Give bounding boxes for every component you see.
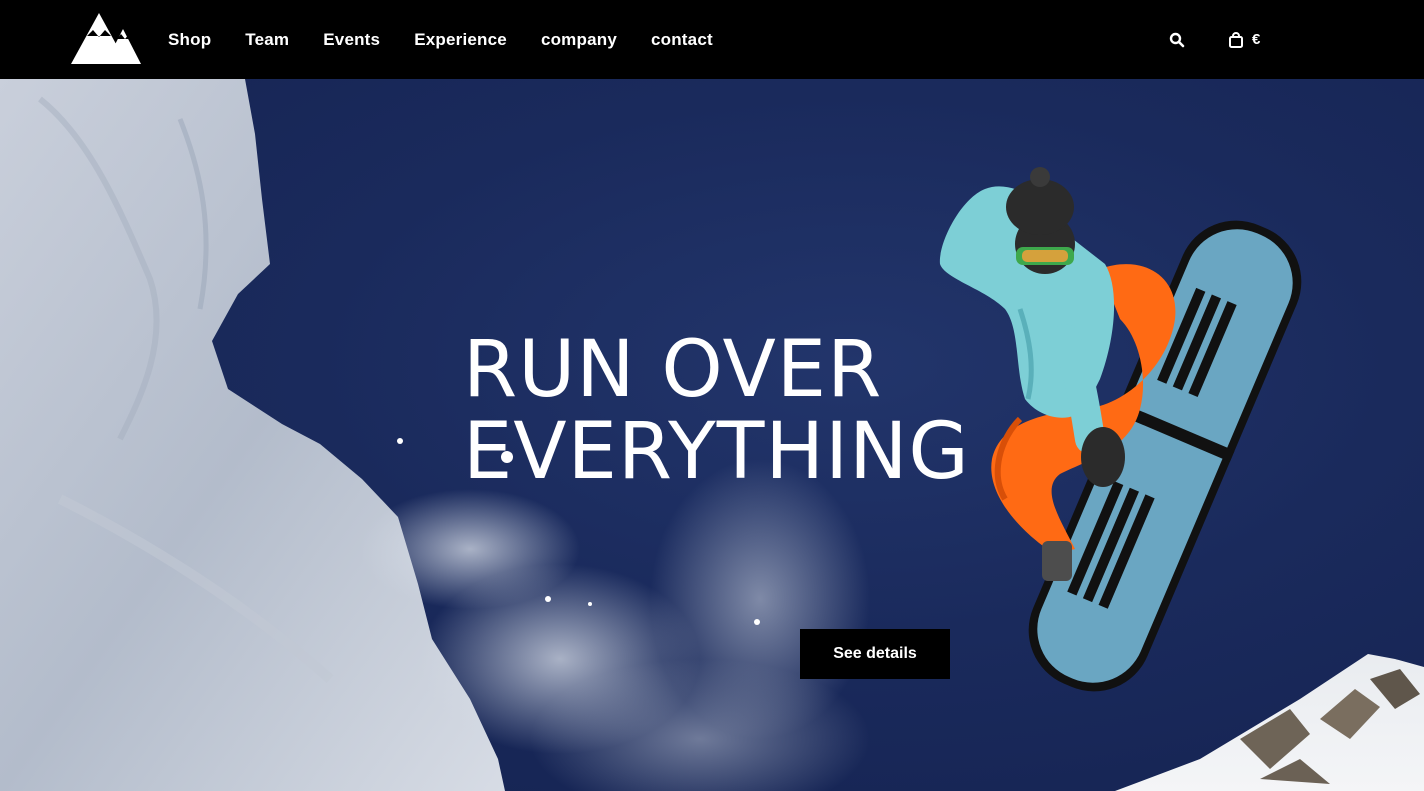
search-icon[interactable] bbox=[1166, 29, 1188, 51]
shopping-bag-icon[interactable] bbox=[1226, 29, 1246, 51]
currency-selector[interactable]: € bbox=[1252, 31, 1260, 48]
hero-headline: RUN OVER EVERYTHING bbox=[463, 329, 970, 493]
hero-headline-line-1: RUN OVER bbox=[463, 325, 883, 415]
nav-company[interactable]: company bbox=[541, 30, 617, 50]
top-navigation-bar: Shop Team Events Experience company cont… bbox=[0, 0, 1424, 79]
nav-events[interactable]: Events bbox=[323, 30, 380, 50]
header-tools: € bbox=[1166, 0, 1260, 79]
mountain-logo-icon[interactable] bbox=[71, 13, 143, 65]
main-navigation: Shop Team Events Experience company cont… bbox=[168, 0, 747, 79]
hero-banner: RUN OVER EVERYTHING See details bbox=[0, 79, 1424, 791]
hero-headline-line-2: EVERYTHING bbox=[463, 407, 970, 497]
nav-shop[interactable]: Shop bbox=[168, 30, 211, 50]
nav-experience[interactable]: Experience bbox=[414, 30, 507, 50]
see-details-button[interactable]: See details bbox=[800, 629, 950, 679]
page: Shop Team Events Experience company cont… bbox=[0, 0, 1424, 791]
nav-team[interactable]: Team bbox=[245, 30, 289, 50]
nav-contact[interactable]: contact bbox=[651, 30, 713, 50]
